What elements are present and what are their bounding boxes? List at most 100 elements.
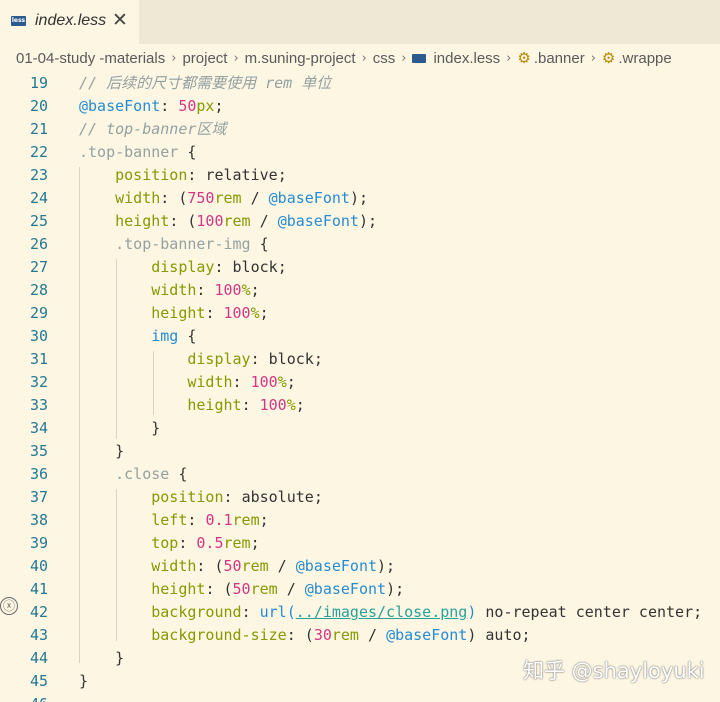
code-line[interactable]: 46 (0, 693, 720, 702)
code-line[interactable]: 33 height: 100%; (0, 394, 720, 417)
code-text[interactable]: // top-banner区域 (79, 118, 226, 141)
code-token: : ( (169, 212, 197, 230)
code-text[interactable]: position: relative; (79, 164, 287, 187)
code-line[interactable]: 40 width: (50rem / @baseFont); (0, 555, 720, 578)
breadcrumb-item[interactable]: m.suning-project (245, 50, 356, 67)
code-line[interactable]: 41 height: (50rem / @baseFont); (0, 578, 720, 601)
code-text[interactable]: width: (50rem / @baseFont); (79, 555, 395, 578)
code-line[interactable]: 26 .top-banner-img { (0, 233, 720, 256)
breadcrumb-item[interactable]: index.less (433, 50, 500, 67)
breadcrumb-item[interactable]: .banner (534, 50, 585, 67)
code-line[interactable]: 43 background-size: (30rem / @baseFont) … (0, 624, 720, 647)
code-text[interactable]: height: 100%; (79, 302, 269, 325)
code-token: 100 (223, 304, 251, 322)
code-line[interactable]: 30 img { (0, 325, 720, 348)
code-text[interactable]: top: 0.5rem; (79, 532, 260, 555)
chevron-right-icon: › (506, 50, 512, 66)
code-token: ); (377, 557, 396, 575)
chevron-right-icon: › (233, 50, 239, 66)
code-token: { (250, 235, 269, 253)
code-token: ; (250, 534, 260, 552)
line-number: 32 (29, 373, 48, 391)
code-token: block (232, 258, 278, 276)
line-number: 31 (29, 350, 48, 368)
code-token: rem (331, 626, 359, 644)
code-line[interactable]: 28 width: 100%; (0, 279, 720, 302)
code-line[interactable]: 37 position: absolute; (0, 486, 720, 509)
code-line[interactable]: 19 // 后续的尺寸都需要使用 rem 单位 (0, 72, 720, 95)
code-line[interactable]: 34 } (0, 417, 720, 440)
code-text[interactable]: } (79, 647, 124, 670)
tab-index-less[interactable]: less index.less ✕ (0, 0, 139, 44)
code-line[interactable]: 39 top: 0.5rem; (0, 532, 720, 555)
breadcrumb: 01-04-study -materials › project › m.sun… (0, 44, 720, 72)
code-text[interactable]: height: (100rem / @baseFont); (79, 210, 377, 233)
breadcrumb-item[interactable]: .wrappe (618, 50, 671, 67)
code-text[interactable]: background: url(../images/close.png) no-… (79, 601, 702, 624)
line-number: 23 (29, 166, 48, 184)
breadcrumb-item[interactable]: project (182, 50, 227, 67)
line-number: 24 (29, 189, 48, 207)
code-token: rem (241, 557, 269, 575)
code-line[interactable]: 36 .close { (0, 463, 720, 486)
code-token: @baseFont (277, 212, 359, 230)
code-line[interactable]: 38 left: 0.1rem; (0, 509, 720, 532)
close-icon[interactable]: ✕ (112, 9, 128, 31)
code-token: ../images/close.png (295, 603, 468, 621)
line-number: 38 (29, 511, 48, 529)
code-token: : (187, 166, 206, 184)
less-file-icon (412, 53, 427, 63)
code-token: 100 (214, 281, 242, 299)
code-line[interactable]: 23 position: relative; (0, 164, 720, 187)
symbol-class-icon: ⚙ (517, 49, 531, 67)
code-line[interactable]: 21 // top-banner区域 (0, 118, 720, 141)
code-text[interactable]: .top-banner-img { (79, 233, 269, 256)
code-text[interactable]: } (79, 440, 124, 463)
code-token: : (214, 258, 233, 276)
code-text[interactable]: img { (79, 325, 196, 348)
code-token: background-size (151, 626, 287, 644)
code-text[interactable]: height: 100%; (79, 394, 304, 417)
code-editor[interactable]: 4645}44 }43 background-size: (30rem / @b… (0, 72, 720, 702)
code-line[interactable]: 25 height: (100rem / @baseFont); (0, 210, 720, 233)
code-line[interactable]: 31 display: block; (0, 348, 720, 371)
code-text[interactable]: .top-banner { (79, 141, 196, 164)
code-line[interactable]: 42 background: url(../images/close.png) … (0, 601, 720, 624)
code-line[interactable]: 35 } (0, 440, 720, 463)
code-line[interactable]: 20 @baseFont: 50px; (0, 95, 720, 118)
code-text[interactable]: left: 0.1rem; (79, 509, 268, 532)
code-token: { (178, 327, 197, 345)
code-token: : (187, 511, 206, 529)
code-line[interactable]: 27 display: block; (0, 256, 720, 279)
code-token: // top-banner区域 (79, 120, 227, 138)
code-token: url( (259, 603, 296, 621)
code-token: width (187, 373, 233, 391)
code-token: ; (259, 304, 269, 322)
error-icon[interactable]: ⓧ (0, 597, 18, 615)
breadcrumb-item[interactable]: css (373, 50, 396, 67)
code-text[interactable]: width: 100%; (79, 279, 260, 302)
code-text[interactable]: width: 100%; (79, 371, 295, 394)
code-token: : (241, 603, 260, 621)
code-text[interactable]: @baseFont: 50px; (79, 95, 224, 118)
code-text[interactable]: } (79, 417, 160, 440)
code-token: display (187, 350, 251, 368)
code-text[interactable]: .close { (79, 463, 187, 486)
breadcrumb-item[interactable]: 01-04-study -materials (16, 50, 165, 67)
code-text[interactable]: } (79, 670, 88, 693)
code-text[interactable]: display: block; (79, 256, 286, 279)
line-number: 25 (29, 212, 48, 230)
code-text[interactable]: height: (50rem / @baseFont); (79, 578, 404, 601)
code-line[interactable]: 22 .top-banner { (0, 141, 720, 164)
code-token: top (151, 534, 179, 552)
code-token: % (241, 281, 251, 299)
code-line[interactable]: 24 width: (750rem / @baseFont); (0, 187, 720, 210)
code-line[interactable]: 29 height: 100%; (0, 302, 720, 325)
code-line[interactable]: 32 width: 100%; (0, 371, 720, 394)
tab-title[interactable]: index.less (35, 12, 106, 30)
code-text[interactable]: width: (750rem / @baseFont); (79, 187, 368, 210)
code-token: ; (250, 281, 260, 299)
code-text[interactable]: background-size: (30rem / @baseFont) aut… (79, 624, 530, 647)
code-text[interactable]: // 后续的尺寸都需要使用 rem 单位 (79, 72, 331, 95)
